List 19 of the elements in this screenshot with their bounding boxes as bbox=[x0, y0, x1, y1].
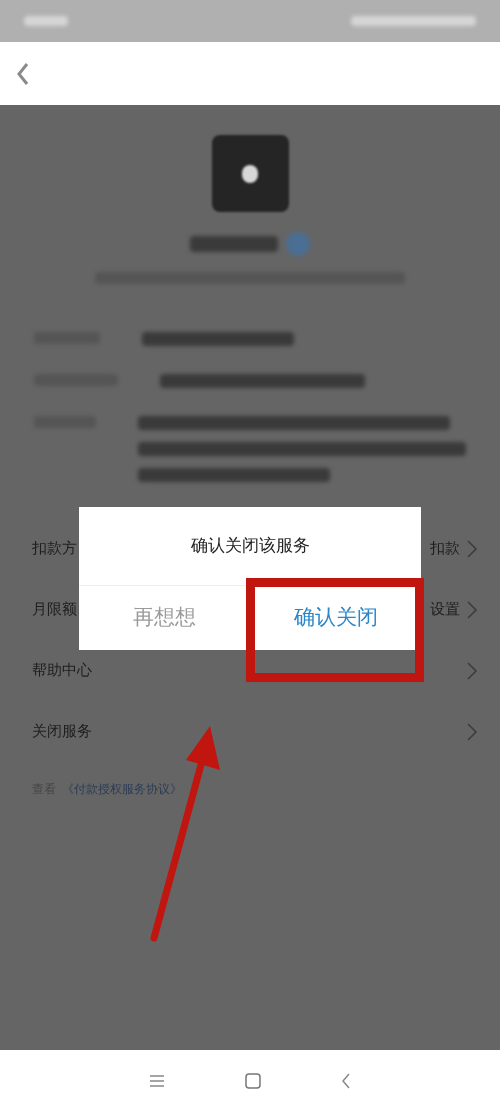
menu-row-value: 设置 bbox=[430, 599, 460, 621]
chevron-right-icon bbox=[466, 721, 478, 742]
chevron-right-icon bbox=[466, 538, 478, 559]
menu-icon[interactable] bbox=[149, 1073, 165, 1088]
verified-icon bbox=[286, 232, 310, 256]
chevron-right-icon bbox=[466, 599, 478, 620]
confirm-button[interactable]: 确认关闭 bbox=[250, 586, 421, 650]
menu-row-value: 扣款 bbox=[430, 538, 460, 560]
chevron-right-icon bbox=[466, 660, 478, 681]
menu-row-label[interactable]: 扣款方 bbox=[32, 537, 77, 560]
back-icon[interactable] bbox=[341, 1072, 351, 1089]
menu-row-label[interactable]: 月限额 bbox=[32, 598, 77, 621]
back-icon[interactable] bbox=[16, 61, 30, 86]
cancel-button[interactable]: 再想想 bbox=[79, 586, 250, 650]
menu-row-label[interactable]: 关闭服务 bbox=[32, 720, 92, 743]
home-icon[interactable] bbox=[245, 1072, 261, 1089]
blurred-text bbox=[24, 16, 68, 26]
dialog-title: 确认关闭该服务 bbox=[190, 534, 310, 558]
menu-row-label[interactable]: 帮助中心 bbox=[32, 659, 92, 682]
